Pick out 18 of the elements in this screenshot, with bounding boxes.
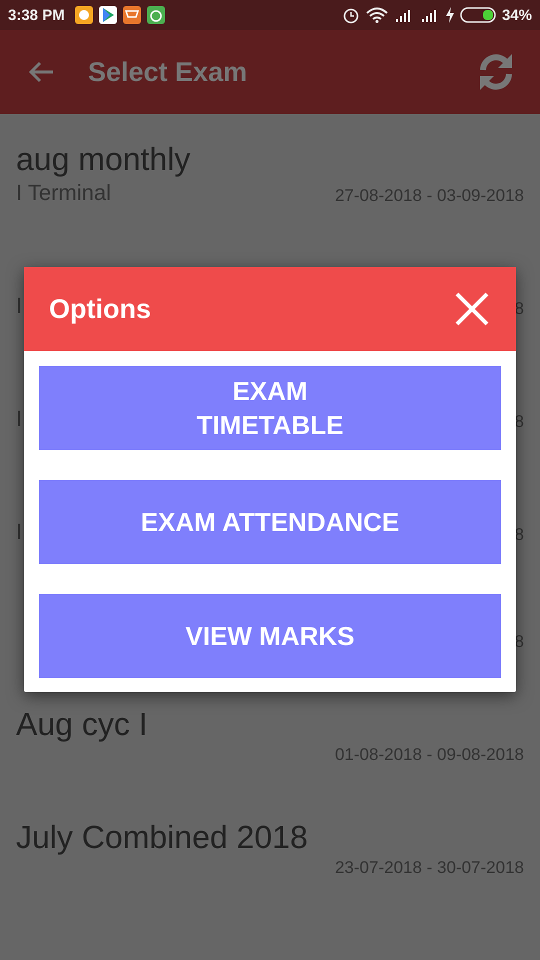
screen-title: Select Exam xyxy=(88,56,248,88)
app-notification-icon xyxy=(74,6,93,24)
charging-icon xyxy=(446,7,454,23)
battery-percentage: 34% xyxy=(502,6,532,24)
exam-title: aug monthly xyxy=(16,141,190,177)
wifi-icon xyxy=(366,7,388,23)
close-icon xyxy=(454,291,490,327)
play-store-icon xyxy=(98,6,117,24)
status-time: 3:38 PM xyxy=(8,6,65,24)
option-button[interactable]: VIEW MARKS xyxy=(39,594,501,678)
option-button[interactable]: EXAM ATTENDANCE xyxy=(39,480,501,564)
dialog-title: Options xyxy=(49,294,151,324)
battery-icon xyxy=(460,7,496,23)
close-button[interactable] xyxy=(454,291,490,327)
back-icon[interactable] xyxy=(28,61,54,83)
exam-title: July Combined 2018 xyxy=(16,819,308,855)
exam-title: Aug cyc I xyxy=(16,706,148,742)
option-button[interactable]: EXAM TIMETABLE xyxy=(39,366,501,450)
